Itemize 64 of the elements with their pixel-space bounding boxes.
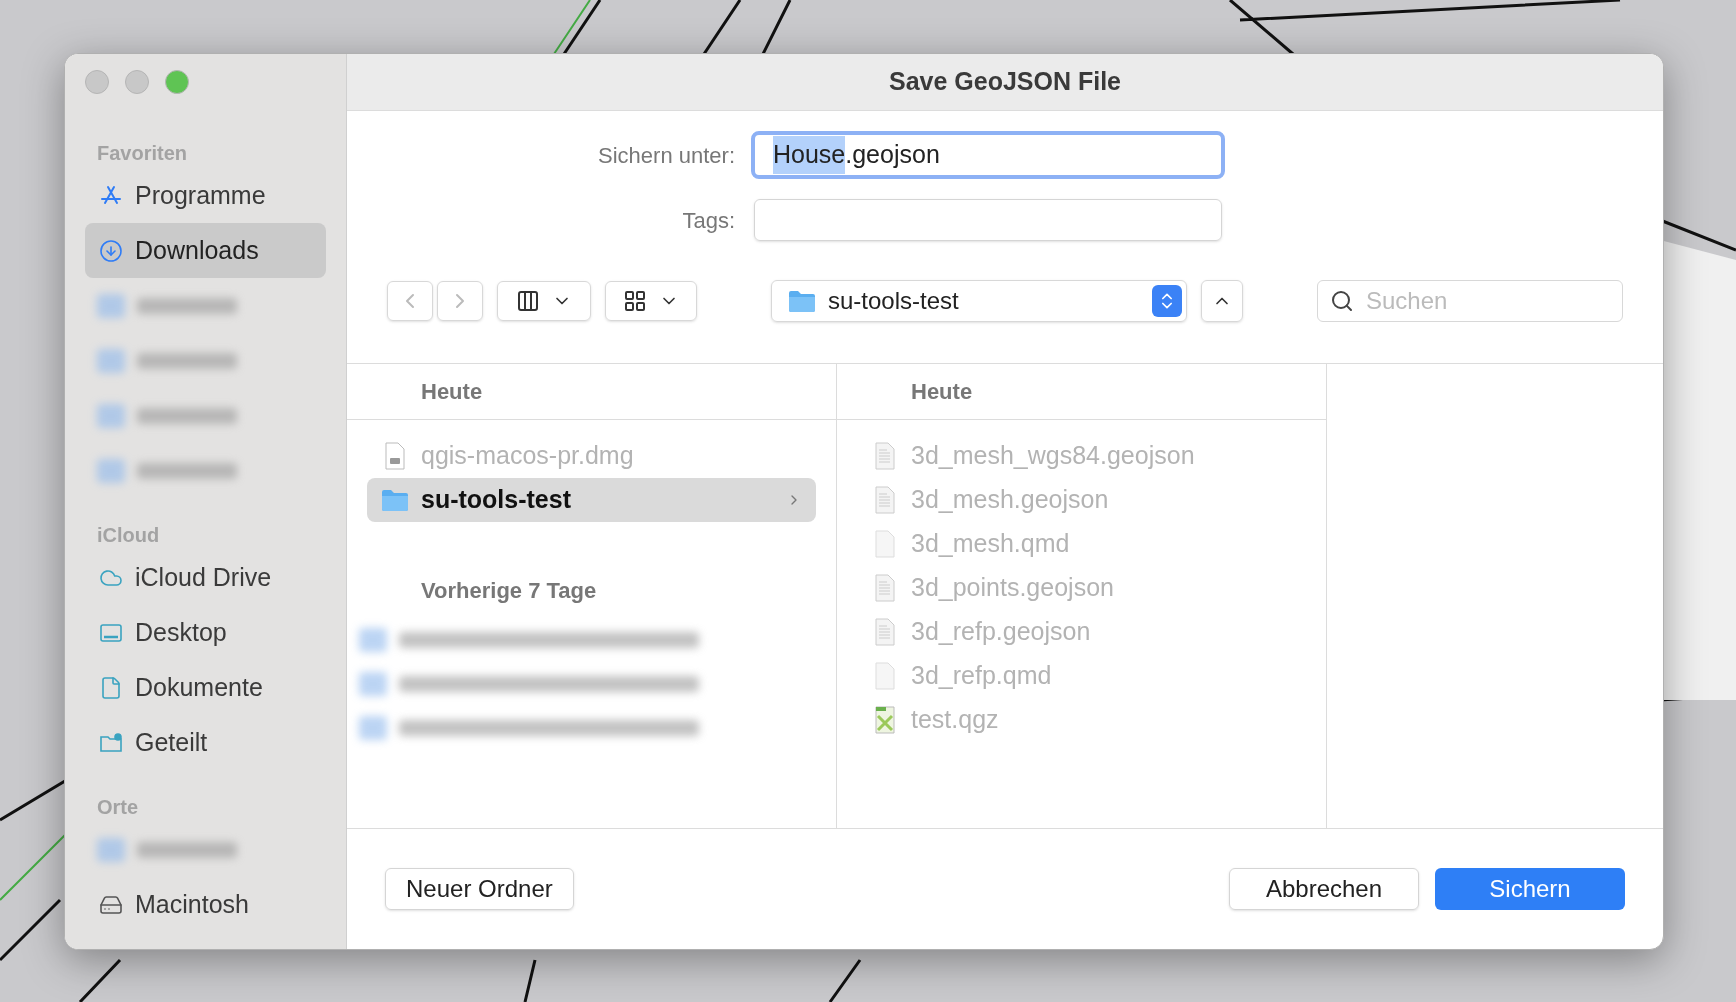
- folder-icon: [381, 488, 409, 512]
- text-file-icon: [875, 442, 895, 470]
- file-name: 3d_mesh.qmd: [911, 528, 1071, 560]
- column-view-button[interactable]: [497, 281, 591, 321]
- sidebar-section-title: Orte: [96, 795, 140, 820]
- disk-image-file-icon: [385, 442, 405, 470]
- file-name: 3d_refp.qmd: [911, 660, 1053, 692]
- save-button[interactable]: Sichern: [1435, 868, 1625, 910]
- filename-field[interactable]: House.geojson: [751, 131, 1225, 179]
- map-file-icon: [875, 706, 895, 734]
- new-folder-button[interactable]: Neuer Ordner: [385, 868, 574, 910]
- sidebar-item-label: iCloud Drive: [135, 561, 272, 593]
- sidebar-item-label: Geteilt: [135, 726, 208, 758]
- minimize-window-button[interactable]: [125, 70, 149, 94]
- file-name: 3d_mesh.geojson: [911, 484, 1110, 516]
- group-header: Heute: [911, 378, 973, 406]
- folder-icon: [788, 289, 816, 313]
- window-title: Save GeoJSON File: [888, 66, 1121, 98]
- sidebar-item-label: Programme: [135, 179, 266, 211]
- close-window-button[interactable]: [85, 70, 109, 94]
- shared-folder-icon: [99, 730, 123, 755]
- cancel-button[interactable]: Abbrechen: [1229, 868, 1419, 910]
- text-file-icon: [875, 618, 895, 646]
- sidebar-item-label: Dokumente: [135, 671, 263, 703]
- blank-file-icon: [875, 662, 895, 690]
- sidebar-item-label: Downloads: [135, 234, 259, 266]
- group-header: Heute: [421, 378, 483, 406]
- sidebar-item[interactable]: Desktop: [85, 605, 326, 660]
- sidebar-item[interactable]: Downloads: [85, 223, 326, 278]
- sidebar-item[interactable]: Dokumente: [85, 660, 326, 715]
- text-file-icon: [875, 486, 895, 514]
- field-label: Tags:: [681, 206, 736, 235]
- group-header: Vorherige 7 Tage: [421, 576, 597, 605]
- download-icon: [99, 238, 123, 263]
- blank-file-icon: [875, 530, 895, 558]
- zoom-window-button[interactable]: [165, 70, 189, 94]
- file-name: su-tools-test: [421, 484, 572, 516]
- file-row[interactable]: su-tools-test: [367, 478, 816, 522]
- document-icon: [99, 675, 123, 700]
- tags-field[interactable]: [754, 199, 1222, 241]
- text-file-icon: [875, 574, 895, 602]
- file-name: 3d_mesh_wgs84.geojson: [911, 440, 1196, 472]
- parent-folder-button[interactable]: [1201, 280, 1243, 322]
- sidebar-item[interactable]: iCloud Drive: [85, 550, 326, 605]
- sidebar-section-title: Favoriten: [96, 141, 189, 166]
- sidebar-item[interactable]: Geteilt: [85, 715, 326, 770]
- back-button[interactable]: [387, 281, 433, 321]
- file-name: 3d_points.geojson: [911, 572, 1115, 604]
- field-label: Sichern unter:: [597, 141, 736, 170]
- stepper-icon: [1152, 285, 1182, 317]
- sidebar-item-label: Desktop: [135, 616, 227, 648]
- grid-icon: [623, 289, 647, 313]
- sidebar-item[interactable]: Programme: [85, 168, 326, 223]
- file-name: test.qgz: [911, 704, 1000, 736]
- location-dropdown[interactable]: su-tools-test: [771, 280, 1187, 322]
- sidebar-item[interactable]: Macintosh: [85, 877, 326, 932]
- search-icon: [1330, 289, 1354, 313]
- file-name: 3d_refp.geojson: [911, 616, 1092, 648]
- sidebar-item-label: Macintosh: [135, 888, 249, 920]
- columns-icon: [516, 289, 540, 313]
- file-name: qgis-macos-pr.dmg: [421, 440, 635, 472]
- forward-button[interactable]: [437, 281, 483, 321]
- sidebar-section-title: iCloud: [96, 523, 161, 548]
- group-button[interactable]: [605, 281, 697, 321]
